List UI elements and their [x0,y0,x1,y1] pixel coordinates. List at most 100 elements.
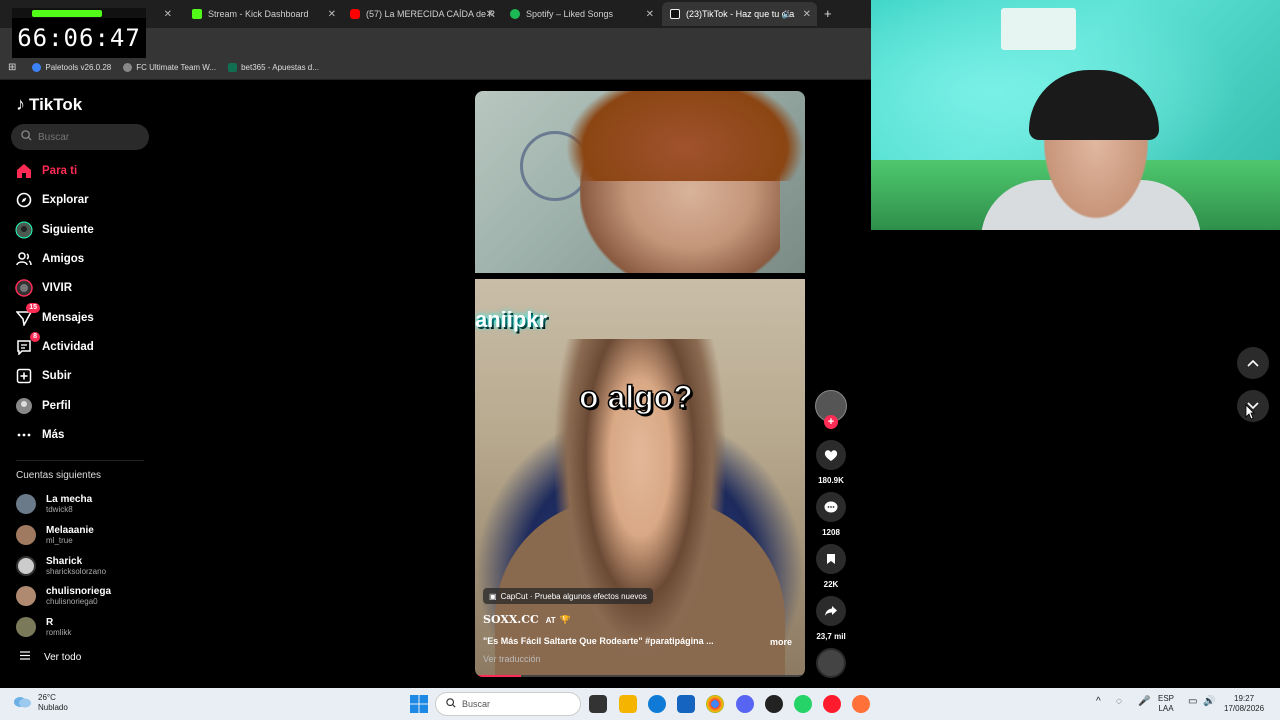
following-account[interactable]: Sharick sharicksolorzano [16,556,106,576]
browser-tab-youtube[interactable]: (57) La MERECIDA CAÍDA de R ✕ [342,2,500,26]
opera-icon[interactable] [823,695,841,713]
tiktok-logo[interactable]: ♪ TikTok [16,94,82,115]
volume-icon[interactable]: 🔊 [1203,697,1215,707]
globe-icon [123,63,133,72]
close-tab-icon[interactable]: ✕ [803,9,811,20]
stream-timer: 66:06:47 [12,18,146,58]
microphone-icon[interactable]: 🎤 [1138,697,1150,707]
close-tab-icon[interactable]: ✕ [328,9,336,20]
messages-badge: 15 [26,303,40,313]
search-icon [21,130,32,144]
live-icon [14,278,34,298]
nav-para-ti[interactable]: Para ti [14,161,77,181]
close-tab-icon[interactable]: ✕ [486,9,494,20]
windows-start-icon[interactable] [410,695,428,718]
share-action[interactable]: 23,7 mil [816,596,846,641]
video-progress-bar[interactable] [475,675,805,677]
avatar [16,494,36,514]
nav-mas[interactable]: Más [14,425,64,445]
follow-plus-button[interactable]: + [824,415,838,429]
avatar [16,556,36,576]
nav-actividad[interactable]: 8 Actividad [14,332,94,357]
search-input[interactable] [38,131,138,143]
video-author[interactable]: SOXX.CC AT 🏆 [483,613,571,626]
nav-perfil[interactable]: Perfil [14,396,71,416]
bet365-icon [228,63,238,72]
following-account[interactable]: La mecha tdwick8 [16,494,92,514]
see-all-link[interactable]: Ver todo [20,651,81,663]
following-avatar-icon [14,220,34,240]
nav-vivir[interactable]: VIVIR [14,278,72,298]
following-account[interactable]: Rromlikk [16,617,71,637]
bookmark-icon[interactable] [816,544,846,574]
weather-widget[interactable]: 26°C Nublado [12,693,68,713]
speaker-icon[interactable]: 🔈 [782,9,793,20]
new-tab-button[interactable]: + [824,6,832,21]
browser-tab-kick-dashboard[interactable]: Stream - Kick Dashboard ✕ [184,2,342,26]
more-button[interactable]: more [770,637,792,647]
heart-icon[interactable] [816,440,846,470]
task-view-icon[interactable] [589,695,607,713]
translate-link[interactable]: Ver traducción [483,654,541,664]
following-account[interactable]: Melaaanie ml_true [16,525,94,545]
close-tab-icon[interactable]: ✕ [164,9,172,20]
file-explorer-icon[interactable] [619,695,637,713]
video-overlay-text: aniipkr [475,307,548,332]
network-tray-icon[interactable]: ◌ [1116,697,1122,707]
avatar [16,586,36,606]
capcut-icon: ▣ [489,591,497,601]
nav-mensajes[interactable]: 15 Mensajes [14,303,94,328]
cloud-icon [12,694,32,713]
compass-icon [14,190,34,210]
whatsapp-icon[interactable] [794,695,812,713]
store-icon[interactable] [677,695,695,713]
discord-icon[interactable] [736,695,754,713]
messages-icon: 15 [14,303,40,328]
browser-tab-tiktok[interactable]: (23)TikTok - Haz que tu día 🔈 ✕ [662,2,817,26]
search-box[interactable] [11,124,149,150]
list-icon [20,651,30,663]
bookmark-bet365[interactable]: bet365 - Apuestas d... [228,63,319,72]
home-icon [14,161,34,181]
kick-icon [192,9,202,19]
comment-action[interactable]: 1208 [816,492,846,537]
apps-grid-icon[interactable]: ⊞ [8,62,16,73]
previous-video-button[interactable] [1237,347,1269,379]
browser-tab-spotify[interactable]: Spotify – Liked Songs ✕ [502,2,660,26]
share-count: 23,7 mil [816,632,846,641]
avatar [16,617,36,637]
edge-icon[interactable] [648,695,666,713]
share-icon[interactable] [816,596,846,626]
friends-icon [14,249,34,269]
bookmark-paletools[interactable]: Paletools v26.0.28 [32,63,111,72]
close-tab-icon[interactable]: ✕ [646,9,654,20]
bookmarks-bar: ⊞ Paletools v26.0.28 FC Ultimate Team W.… [0,56,871,80]
windows-taskbar: 26°C Nublado Buscar ^ ◌ 🎤 ESP LAA ▭ 🔊 19… [0,688,1280,720]
firefox-icon[interactable] [852,695,870,713]
music-disc[interactable] [816,648,846,678]
nav-subir[interactable]: Subir [14,366,71,386]
webcam-feed [871,0,1280,230]
comment-icon[interactable] [816,492,846,522]
clock[interactable]: 19:27 17/08/2026 [1224,694,1264,714]
display-icon[interactable]: ▭ [1188,697,1197,707]
chevron-up-icon[interactable]: ^ [1096,697,1101,707]
more-icon [14,425,34,445]
tiktok-note-icon: ♪ [16,94,25,114]
following-account[interactable]: chulisnoriega chulisnoriega0 [16,586,111,606]
youtube-icon [350,9,360,19]
obs-icon[interactable] [765,695,783,713]
profile-icon [14,396,34,416]
avatar [16,525,36,545]
video-player[interactable]: aniipkr o algo? ▣ CapCut · Prueba alguno… [475,91,805,677]
nav-siguiente[interactable]: Siguiente [14,220,94,240]
nav-explorar[interactable]: Explorar [14,190,89,210]
nav-amigos[interactable]: Amigos [14,249,84,269]
taskbar-search[interactable]: Buscar [435,692,581,716]
bookmark-fc-ultimate-team[interactable]: FC Ultimate Team W... [123,63,216,72]
save-action[interactable]: 22K [816,544,846,589]
like-action[interactable]: 180.9K [816,440,846,485]
capcut-banner[interactable]: ▣ CapCut · Prueba algunos efectos nuevos [483,588,653,604]
chrome-icon[interactable] [706,695,724,713]
language-indicator[interactable]: ESP LAA [1158,694,1174,714]
